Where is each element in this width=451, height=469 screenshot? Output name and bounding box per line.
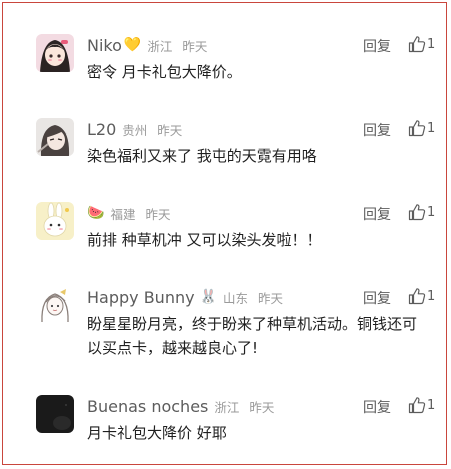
username[interactable]: Buenas noches — [87, 397, 208, 416]
reply-button[interactable]: 回复 — [363, 397, 391, 417]
timestamp: 昨天 — [258, 290, 284, 306]
bunny-badge-icon: 🐰 — [199, 289, 218, 305]
comment-list: Niko 💛 浙江 昨天 回复 1 密令 月卡礼包大降价。 L20 贵州 昨天 … — [2, 2, 447, 465]
comment-text: 盼星星盼月亮，终于盼来了种草机活动。铜钱还可以买点卡，越来越良心了! — [87, 315, 418, 357]
comment-meta: Niko 💛 浙江 昨天 — [87, 35, 207, 55]
comment-text: 月卡礼包大降价 好耶 — [87, 424, 227, 442]
like-count: 1 — [427, 204, 436, 220]
comment-meta: L20 贵州 昨天 — [87, 119, 182, 139]
avatar[interactable] — [36, 202, 74, 240]
timestamp: 昨天 — [145, 206, 171, 222]
location: 浙江 — [147, 38, 173, 54]
like-count: 1 — [427, 36, 436, 52]
location: 浙江 — [214, 399, 240, 415]
reply-button[interactable]: 回复 — [363, 204, 391, 224]
location: 贵州 — [122, 122, 148, 138]
comment-text: 染色福利又来了 我屯的天霓有用咯 — [87, 147, 317, 165]
timestamp: 昨天 — [249, 399, 275, 415]
username[interactable]: Happy Bunny — [87, 288, 195, 307]
like-button[interactable]: 1 — [408, 119, 435, 137]
watermelon-badge-icon: 🍉 — [87, 205, 105, 221]
comment-text: 前排 种草机冲 又可以染头发啦！！ — [87, 231, 322, 249]
thumbs-up-icon — [408, 36, 426, 53]
avatar[interactable] — [36, 395, 74, 433]
like-count: 1 — [427, 288, 436, 304]
reply-button[interactable]: 回复 — [363, 36, 391, 56]
comment-meta: Happy Bunny 🐰 山东 昨天 — [87, 287, 283, 307]
avatar[interactable] — [36, 286, 74, 324]
like-button[interactable]: 1 — [408, 203, 435, 221]
username[interactable]: Niko — [87, 36, 122, 55]
thumbs-up-icon — [408, 120, 426, 137]
timestamp: 昨天 — [182, 38, 208, 54]
like-button[interactable]: 1 — [408, 287, 435, 305]
thumbs-up-icon — [408, 288, 426, 305]
like-button[interactable]: 1 — [408, 396, 435, 414]
thumbs-up-icon — [408, 204, 426, 221]
reply-button[interactable]: 回复 — [363, 120, 391, 140]
comment-text: 密令 月卡礼包大降价。 — [87, 63, 242, 81]
timestamp: 昨天 — [157, 122, 183, 138]
comment-meta: Buenas noches 浙江 昨天 — [87, 396, 274, 416]
username[interactable]: L20 — [87, 120, 116, 139]
location: 福建 — [110, 206, 136, 222]
location: 山东 — [223, 290, 249, 306]
reply-button[interactable]: 回复 — [363, 288, 391, 308]
like-count: 1 — [427, 397, 436, 413]
thumbs-up-icon — [408, 397, 426, 414]
like-button[interactable]: 1 — [408, 35, 435, 53]
avatar[interactable] — [36, 118, 74, 156]
comment-meta: 🍉 福建 昨天 — [87, 203, 170, 223]
like-count: 1 — [427, 120, 436, 136]
avatar[interactable] — [36, 34, 74, 72]
heart-badge-icon: 💛 — [123, 37, 142, 53]
